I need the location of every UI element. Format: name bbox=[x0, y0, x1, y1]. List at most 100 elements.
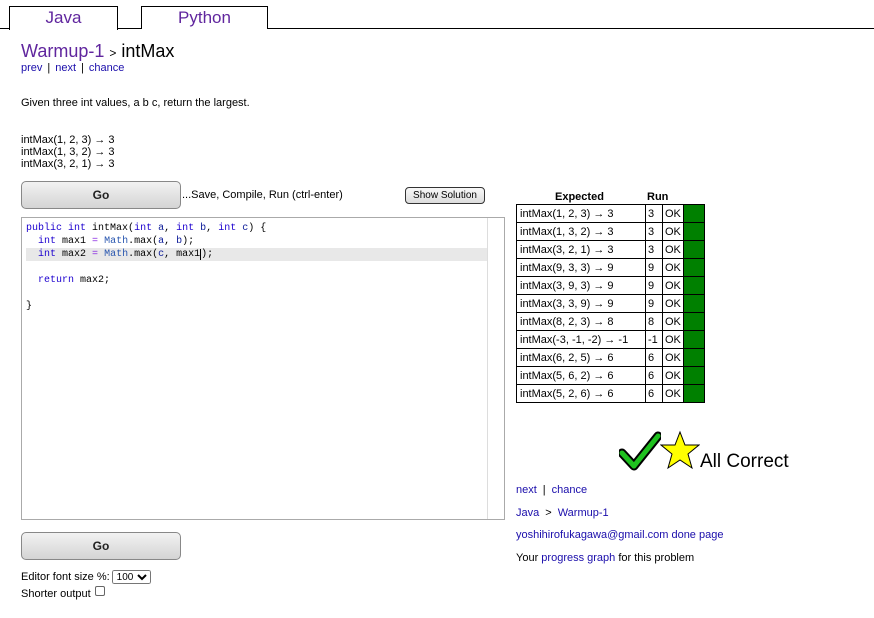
results-table: intMax(1, 2, 3) → 3 3 OK intMax(1, 3, 2) → … bbox=[516, 204, 705, 403]
code-line: return max2; bbox=[38, 275, 111, 286]
shorter-output-control: Shorter output bbox=[21, 586, 105, 600]
code-area[interactable]: public int intMax(int a, int b, int c) {… bbox=[26, 222, 498, 313]
result-run: 6 bbox=[645, 348, 663, 367]
problem-description: Given three int values, a b c, return th… bbox=[21, 97, 250, 109]
result-expected: intMax(-3, -1, -2) → -1 bbox=[516, 330, 646, 349]
nav-divider: | bbox=[81, 62, 84, 74]
problem-name: intMax bbox=[121, 41, 175, 61]
result-expected: intMax(8, 2, 3) → 8 bbox=[516, 312, 646, 331]
result-pass-indicator bbox=[683, 366, 705, 385]
result-status: OK bbox=[662, 366, 684, 385]
breadcrumb-java-link[interactable]: Java bbox=[516, 507, 539, 519]
result-expected: intMax(1, 3, 2) → 3 bbox=[516, 222, 646, 241]
breadcrumb-separator: > bbox=[109, 46, 117, 60]
result-pass-indicator bbox=[683, 348, 705, 367]
result-run: 6 bbox=[645, 384, 663, 403]
check-icon bbox=[619, 431, 661, 471]
example-line: intMax(1, 2, 3) → 3 bbox=[21, 134, 115, 146]
result-run: 3 bbox=[645, 222, 663, 241]
breadcrumb: Java > Warmup-1 bbox=[516, 507, 609, 519]
result-row: intMax(3, 9, 3) → 9 9 OK bbox=[516, 276, 705, 295]
result-status: OK bbox=[662, 384, 684, 403]
progress-suffix: for this problem bbox=[615, 552, 695, 564]
result-status: OK bbox=[662, 222, 684, 241]
result-expected: intMax(5, 2, 6) → 6 bbox=[516, 384, 646, 403]
font-size-label: Editor font size %: bbox=[21, 571, 110, 583]
all-correct-message: All Correct bbox=[700, 451, 789, 472]
result-expected: intMax(5, 6, 2) → 6 bbox=[516, 366, 646, 385]
chance-link-bottom[interactable]: chance bbox=[552, 484, 587, 496]
font-size-select[interactable]: 100 bbox=[111, 570, 151, 584]
progress-graph-row: Your progress graph for this problem bbox=[516, 552, 694, 564]
code-line: int max1 = Math.max(a, b); bbox=[38, 236, 195, 247]
result-expected: intMax(1, 2, 3) → 3 bbox=[516, 204, 646, 223]
result-expected: intMax(6, 2, 5) → 6 bbox=[516, 348, 646, 367]
examples-list: intMax(1, 2, 3) → 3 intMax(1, 3, 2) → 3 … bbox=[21, 134, 115, 170]
show-solution-button[interactable]: Show Solution bbox=[405, 187, 485, 204]
shorter-output-checkbox[interactable] bbox=[94, 586, 105, 596]
result-row: intMax(8, 2, 3) → 8 8 OK bbox=[516, 312, 705, 331]
page-title: Warmup-1 > intMax bbox=[21, 41, 174, 62]
save-hint: ...Save, Compile, Run (ctrl-enter) bbox=[182, 189, 343, 201]
next-link[interactable]: next bbox=[55, 62, 76, 74]
results-nav: next | chance bbox=[516, 484, 587, 496]
result-pass-indicator bbox=[683, 276, 705, 295]
result-run: -1 bbox=[645, 330, 663, 349]
result-run: 9 bbox=[645, 258, 663, 277]
section-link[interactable]: Warmup-1 bbox=[21, 41, 104, 61]
progress-graph-link[interactable]: progress graph bbox=[541, 552, 615, 564]
result-expected: intMax(3, 2, 1) → 3 bbox=[516, 240, 646, 259]
tab-python[interactable]: Python bbox=[141, 6, 268, 29]
go-button[interactable]: Go bbox=[21, 181, 181, 209]
go-button-bottom[interactable]: Go bbox=[21, 532, 181, 560]
nav-divider: | bbox=[542, 484, 546, 496]
breadcrumb-section-link[interactable]: Warmup-1 bbox=[558, 507, 609, 519]
nav-divider: | bbox=[47, 62, 51, 74]
result-status: OK bbox=[662, 204, 684, 223]
result-pass-indicator bbox=[683, 204, 705, 223]
result-row: intMax(-3, -1, -2) → -1 -1 OK bbox=[516, 330, 705, 349]
run-header: Run bbox=[647, 191, 669, 203]
tab-baseline bbox=[0, 28, 874, 29]
shorter-output-label: Shorter output bbox=[21, 588, 91, 600]
result-pass-indicator bbox=[683, 330, 705, 349]
result-pass-indicator bbox=[683, 240, 705, 259]
result-status: OK bbox=[662, 348, 684, 367]
result-status: OK bbox=[662, 276, 684, 295]
result-status: OK bbox=[662, 294, 684, 313]
star-icon bbox=[660, 430, 700, 470]
done-page-link-row: yoshihirofukagawa@gmail.com done page bbox=[516, 529, 723, 541]
code-editor[interactable]: public int intMax(int a, int b, int c) {… bbox=[21, 217, 505, 520]
result-run: 9 bbox=[645, 294, 663, 313]
next-link-bottom[interactable]: next bbox=[516, 484, 537, 496]
result-expected: intMax(3, 3, 9) → 9 bbox=[516, 294, 646, 313]
font-size-control: Editor font size %: 100 bbox=[21, 570, 151, 584]
code-line-active: int max2 = Math.max(c, max1); bbox=[26, 248, 498, 261]
done-page-link[interactable]: yoshihirofukagawa@gmail.com done page bbox=[516, 529, 723, 541]
tab-java[interactable]: Java bbox=[9, 6, 118, 30]
chance-link[interactable]: chance bbox=[89, 62, 124, 74]
result-expected: intMax(9, 3, 3) → 9 bbox=[516, 258, 646, 277]
result-row: intMax(1, 2, 3) → 3 3 OK bbox=[516, 204, 705, 223]
example-line: intMax(3, 2, 1) → 3 bbox=[21, 158, 115, 170]
expected-header: Expected bbox=[555, 191, 604, 203]
result-status: OK bbox=[662, 258, 684, 277]
prev-link[interactable]: prev bbox=[21, 62, 42, 74]
editor-scrollbar[interactable] bbox=[487, 218, 504, 519]
result-run: 3 bbox=[645, 240, 663, 259]
progress-prefix: Your bbox=[516, 552, 542, 564]
result-run: 3 bbox=[645, 204, 663, 223]
result-run: 6 bbox=[645, 366, 663, 385]
example-line: intMax(1, 3, 2) → 3 bbox=[21, 146, 115, 158]
result-row: intMax(5, 2, 6) → 6 6 OK bbox=[516, 384, 705, 403]
result-pass-indicator bbox=[683, 294, 705, 313]
result-pass-indicator bbox=[683, 384, 705, 403]
result-row: intMax(1, 3, 2) → 3 3 OK bbox=[516, 222, 705, 241]
result-row: intMax(9, 3, 3) → 9 9 OK bbox=[516, 258, 705, 277]
breadcrumb-separator: > bbox=[545, 507, 552, 519]
result-expected: intMax(3, 9, 3) → 9 bbox=[516, 276, 646, 295]
code-line: public int intMax(int a, int b, int c) { bbox=[26, 223, 267, 234]
problem-nav: prev | next | chance bbox=[21, 62, 124, 74]
